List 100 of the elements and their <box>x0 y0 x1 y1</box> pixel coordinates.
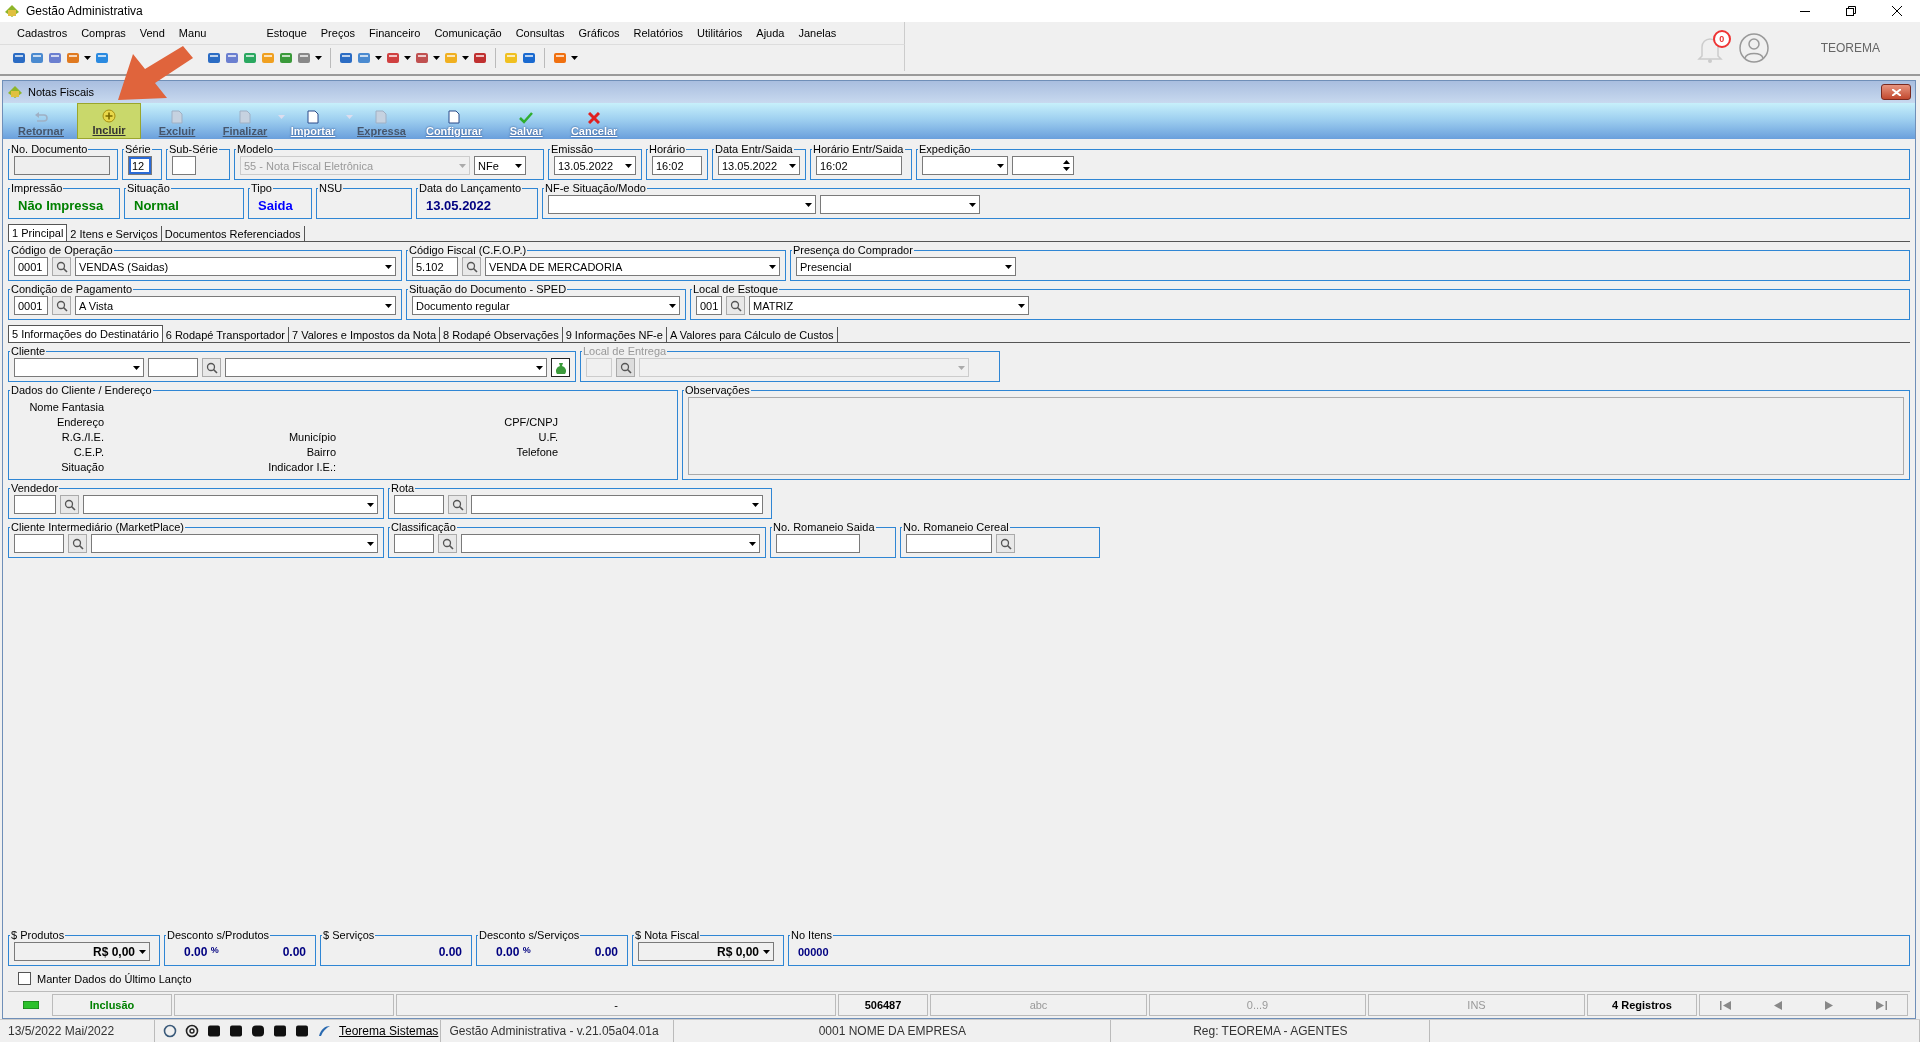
dropdown-field[interactable]: NFe <box>474 156 526 175</box>
toolbar-icon[interactable] <box>225 51 239 65</box>
toolbar-icon[interactable] <box>415 51 429 65</box>
toolbar-icon[interactable] <box>522 51 536 65</box>
dropdown-field[interactable]: MATRIZ <box>749 296 1029 315</box>
menu-item[interactable]: Vend <box>132 27 172 39</box>
search-button[interactable] <box>60 495 79 514</box>
tab[interactable]: 8 Rodapé Observações <box>440 327 563 342</box>
input-field[interactable]: 12 <box>128 156 152 175</box>
menu-item[interactable]: Financeiro <box>362 27 428 39</box>
input-field[interactable]: 16:02 <box>652 156 702 175</box>
dropdown-field[interactable] <box>225 358 547 377</box>
dropdown-field[interactable]: 13.05.2022 <box>554 156 636 175</box>
key-indicator: 0...9 <box>1149 994 1366 1016</box>
close-button[interactable] <box>1881 84 1911 100</box>
tab[interactable]: 2 Itens e Serviços <box>67 226 162 241</box>
input-field[interactable] <box>14 156 110 175</box>
search-button[interactable] <box>68 534 87 553</box>
search-button[interactable] <box>448 495 467 514</box>
dropdown-field[interactable]: Documento regular <box>412 296 680 315</box>
input-field[interactable]: 16:02 <box>816 156 902 175</box>
input-field[interactable] <box>148 358 198 377</box>
menu-item[interactable]: Consultas <box>508 27 572 39</box>
dropdown-field[interactable] <box>471 495 763 514</box>
toolbar-icon[interactable] <box>12 51 26 65</box>
dropdown-field[interactable]: VENDA DE MERCADORIA <box>485 257 780 276</box>
toolbar-icon[interactable] <box>95 51 109 65</box>
input-field[interactable] <box>906 534 992 553</box>
tab[interactable]: 7 Valores e Impostos da Nota <box>289 327 441 342</box>
input-field[interactable] <box>14 534 64 553</box>
dropdown-field[interactable] <box>548 195 816 214</box>
dropdown-field[interactable]: 13.05.2022 <box>718 156 800 175</box>
tab[interactable]: 6 Rodapé Transportador <box>162 327 289 342</box>
bell-icon[interactable] <box>1696 35 1723 63</box>
amount-dropdown[interactable]: R$ 0,00 <box>638 942 774 961</box>
input-field[interactable]: 001 <box>696 296 722 315</box>
toolbar-icon[interactable] <box>339 51 353 65</box>
dropdown-field[interactable] <box>91 534 378 553</box>
toolbar-icon[interactable] <box>243 51 257 65</box>
search-button[interactable] <box>996 534 1015 553</box>
menu-item[interactable]: Preços <box>313 27 362 39</box>
input-field[interactable] <box>172 156 196 175</box>
menu-item[interactable]: Estoque <box>259 27 314 39</box>
dropdown-field[interactable] <box>14 358 144 377</box>
dropdown-field[interactable]: Presencial <box>796 257 1016 276</box>
dropdown-field[interactable]: A Vista <box>75 296 396 315</box>
dropdown-field[interactable] <box>461 534 760 553</box>
dropdown-field[interactable] <box>820 195 980 214</box>
first-record-button[interactable] <box>1717 998 1734 1012</box>
input-field[interactable] <box>586 358 612 377</box>
toolbar-icon[interactable] <box>473 51 487 65</box>
menu-item[interactable]: Gráficos <box>571 27 627 39</box>
toolbar-icon[interactable] <box>48 51 62 65</box>
search-button[interactable] <box>726 296 745 315</box>
menu-item[interactable]: Manu <box>171 27 214 39</box>
amount-dropdown[interactable]: R$ 0,00 <box>14 942 150 961</box>
menu-item[interactable]: Cadastros <box>10 27 75 39</box>
toolbar-icon[interactable] <box>30 51 44 65</box>
search-button[interactable] <box>52 296 71 315</box>
input-field[interactable]: 5.102 <box>412 257 458 276</box>
menu-item[interactable]: Comunicação <box>427 27 509 39</box>
toolbar-icon[interactable] <box>386 51 400 65</box>
dropdown-field[interactable] <box>922 156 1008 175</box>
search-button[interactable] <box>202 358 221 377</box>
tab[interactable]: 9 Informações NF-e <box>562 327 667 342</box>
toolbar-icon[interactable] <box>297 51 311 65</box>
tab[interactable]: 1 Principal <box>8 224 68 241</box>
menu-item[interactable]: Ajuda <box>749 27 792 39</box>
dropdown-field[interactable] <box>83 495 378 514</box>
keep-data-checkbox[interactable]: Manter Dados do Último Lançto <box>8 968 1910 989</box>
menu-item[interactable]: Compras <box>74 27 133 39</box>
tab[interactable]: A Valores para Cálculo de Custos <box>666 327 838 342</box>
notes-field[interactable] <box>688 397 1904 475</box>
toolbar-icon[interactable] <box>207 51 221 65</box>
input-field[interactable]: 0001 <box>14 257 48 276</box>
last-record-button[interactable] <box>1873 998 1890 1012</box>
add-client-button[interactable] <box>551 358 570 377</box>
toolbar-icon[interactable] <box>279 51 293 65</box>
toolbar-icon[interactable] <box>66 51 80 65</box>
dropdown-field[interactable]: VENDAS (Saidas) <box>75 257 396 276</box>
tab[interactable]: 5 Informações do Destinatário <box>8 325 163 342</box>
menu-item[interactable]: Janelas <box>791 27 844 39</box>
search-button[interactable] <box>438 534 457 553</box>
input-field[interactable] <box>14 495 56 514</box>
toolbar-button[interactable]: Incluir <box>77 103 141 139</box>
search-button[interactable] <box>52 257 71 276</box>
search-button[interactable] <box>616 358 635 377</box>
website-link[interactable]: Teorema Sistemas <box>339 1024 439 1038</box>
menu-item[interactable]: Relatórios <box>626 27 691 39</box>
toolbar-icon[interactable] <box>357 51 371 65</box>
input-field[interactable] <box>394 534 434 553</box>
tab[interactable]: Documentos Referenciados <box>161 226 305 241</box>
search-button[interactable] <box>462 257 481 276</box>
menu-item[interactable]: Utilitários <box>690 27 750 39</box>
toolbar-icon[interactable] <box>553 51 567 65</box>
input-field[interactable] <box>394 495 444 514</box>
input-field[interactable]: 0001 <box>14 296 48 315</box>
input-field[interactable] <box>776 534 860 553</box>
spinner-field[interactable] <box>1012 156 1074 175</box>
user-icon[interactable] <box>1738 33 1769 63</box>
